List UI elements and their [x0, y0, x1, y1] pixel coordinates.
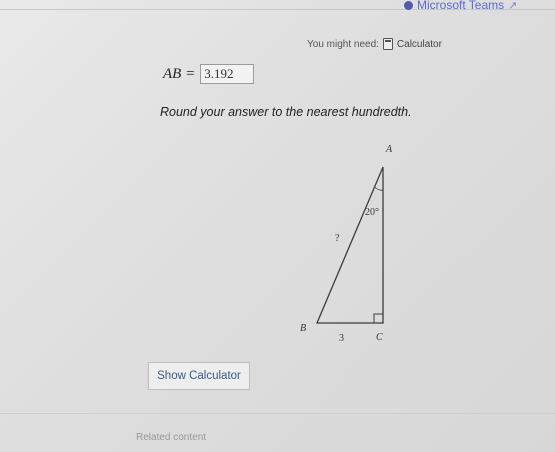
- teams-link-label: Microsoft Teams: [417, 0, 505, 12]
- show-calculator-button[interactable]: Show Calculator: [148, 362, 250, 390]
- triangle-diagram: A B C 20° ? 3: [300, 144, 393, 344]
- answer-label: AB =: [163, 65, 196, 82]
- calculator-link[interactable]: Calculator: [397, 39, 442, 50]
- hypotenuse-label: ?: [335, 233, 340, 244]
- vertex-c-label: C: [376, 332, 383, 343]
- related-content-label: Related content: [136, 432, 207, 443]
- vertex-a-label: A: [385, 144, 393, 155]
- might-need-row: You might need: Calculator: [307, 38, 442, 50]
- teams-link[interactable]: Microsoft Teams ↗: [404, 0, 517, 12]
- teams-logo-icon: [404, 0, 413, 10]
- vertex-b-label: B: [300, 323, 306, 334]
- answer-row: AB = 3.192: [163, 64, 255, 84]
- angle-arc: [374, 186, 384, 191]
- angle-a-label: 20°: [365, 207, 379, 218]
- right-angle-marker: [373, 313, 383, 323]
- triangle-shape: [316, 166, 384, 324]
- answer-input[interactable]: 3.192: [200, 64, 255, 84]
- might-need-label: You might need:: [307, 38, 379, 50]
- calculator-icon: [382, 38, 393, 50]
- instruction-text: Round your answer to the nearest hundred…: [160, 105, 412, 119]
- external-link-icon: ↗: [508, 0, 518, 12]
- side-bc-label: 3: [339, 333, 344, 344]
- bottom-divider: [0, 413, 555, 414]
